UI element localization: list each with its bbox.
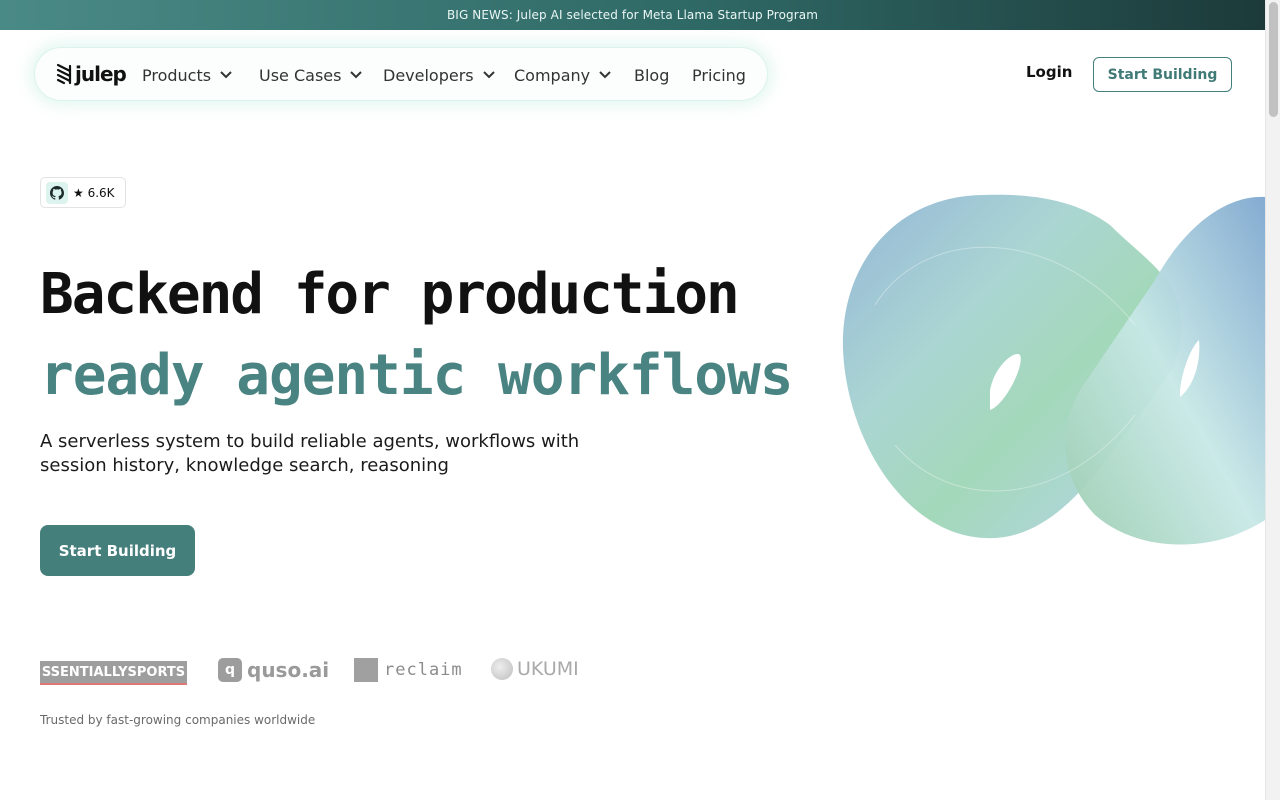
nav-pricing-label: Pricing: [692, 65, 746, 85]
announcement-banner[interactable]: BIG NEWS: Julep AI selected for Meta Lla…: [0, 0, 1265, 30]
github-stars-badge[interactable]: ★ 6.6K: [40, 177, 126, 208]
nav-products-label: Products: [142, 65, 212, 85]
ukumi-logo: UKUMI: [491, 658, 579, 680]
infinity-ribbon-illustration: [842, 194, 1265, 545]
nav-blog-label: Blog: [634, 65, 670, 85]
github-star-count: ★ 6.6K: [73, 185, 115, 200]
reclaim-mark-icon: [354, 658, 378, 682]
nav-developers-label: Developers: [383, 65, 474, 85]
scrollbar-thumb[interactable]: [1269, 2, 1278, 117]
hero-title-line1: Backend for production: [40, 262, 740, 327]
chevron-down-icon: [599, 71, 611, 79]
chevron-down-icon: [220, 71, 232, 79]
nav-use-cases[interactable]: Use Cases: [259, 64, 363, 86]
chevron-down-icon: [350, 71, 363, 79]
nav-products[interactable]: Products: [142, 64, 233, 86]
start-building-nav-button[interactable]: Start Building: [1093, 57, 1232, 92]
quso-logo: q quso.ai: [218, 658, 329, 682]
reclaim-logo: reclaim: [354, 658, 463, 682]
trusted-by-caption: Trusted by fast-growing companies worldw…: [40, 713, 316, 727]
hero-subtitle: A serverless system to build reliable ag…: [40, 431, 580, 476]
page-scrollbar[interactable]: [1265, 0, 1280, 800]
start-building-hero-button[interactable]: Start Building: [40, 525, 195, 576]
nav-pricing[interactable]: Pricing: [692, 64, 746, 86]
julep-logo-mark-icon: [56, 63, 72, 85]
essentiallysports-wordmark: SSENTIALLYSPORTS: [41, 664, 186, 680]
hero-title-line2: ready agentic workflows: [40, 343, 793, 408]
reclaim-wordmark: reclaim: [384, 660, 463, 680]
ukumi-wordmark: UKUMI: [517, 658, 579, 680]
julep-logo[interactable]: julep: [56, 62, 127, 86]
nav-use-cases-label: Use Cases: [259, 65, 342, 85]
customer-logos: SSENTIALLYSPORTS q quso.ai reclaim UKUMI: [40, 658, 600, 688]
nav-company-label: Company: [514, 65, 591, 85]
chevron-down-icon: [482, 71, 495, 79]
quso-mark-icon: q: [218, 658, 242, 682]
nav-blog[interactable]: Blog: [634, 64, 669, 86]
announcement-text[interactable]: BIG NEWS: Julep AI selected for Meta Lla…: [447, 8, 818, 22]
ukumi-mark-icon: [491, 658, 513, 680]
logo-wordmark: julep: [75, 62, 127, 86]
login-link[interactable]: Login: [1026, 63, 1072, 81]
nav-developers[interactable]: Developers: [383, 64, 496, 86]
nav-company[interactable]: Company: [514, 64, 612, 86]
essentiallysports-logo: SSENTIALLYSPORTS: [40, 661, 187, 685]
quso-wordmark: quso.ai: [247, 658, 330, 682]
github-icon: [46, 181, 68, 204]
